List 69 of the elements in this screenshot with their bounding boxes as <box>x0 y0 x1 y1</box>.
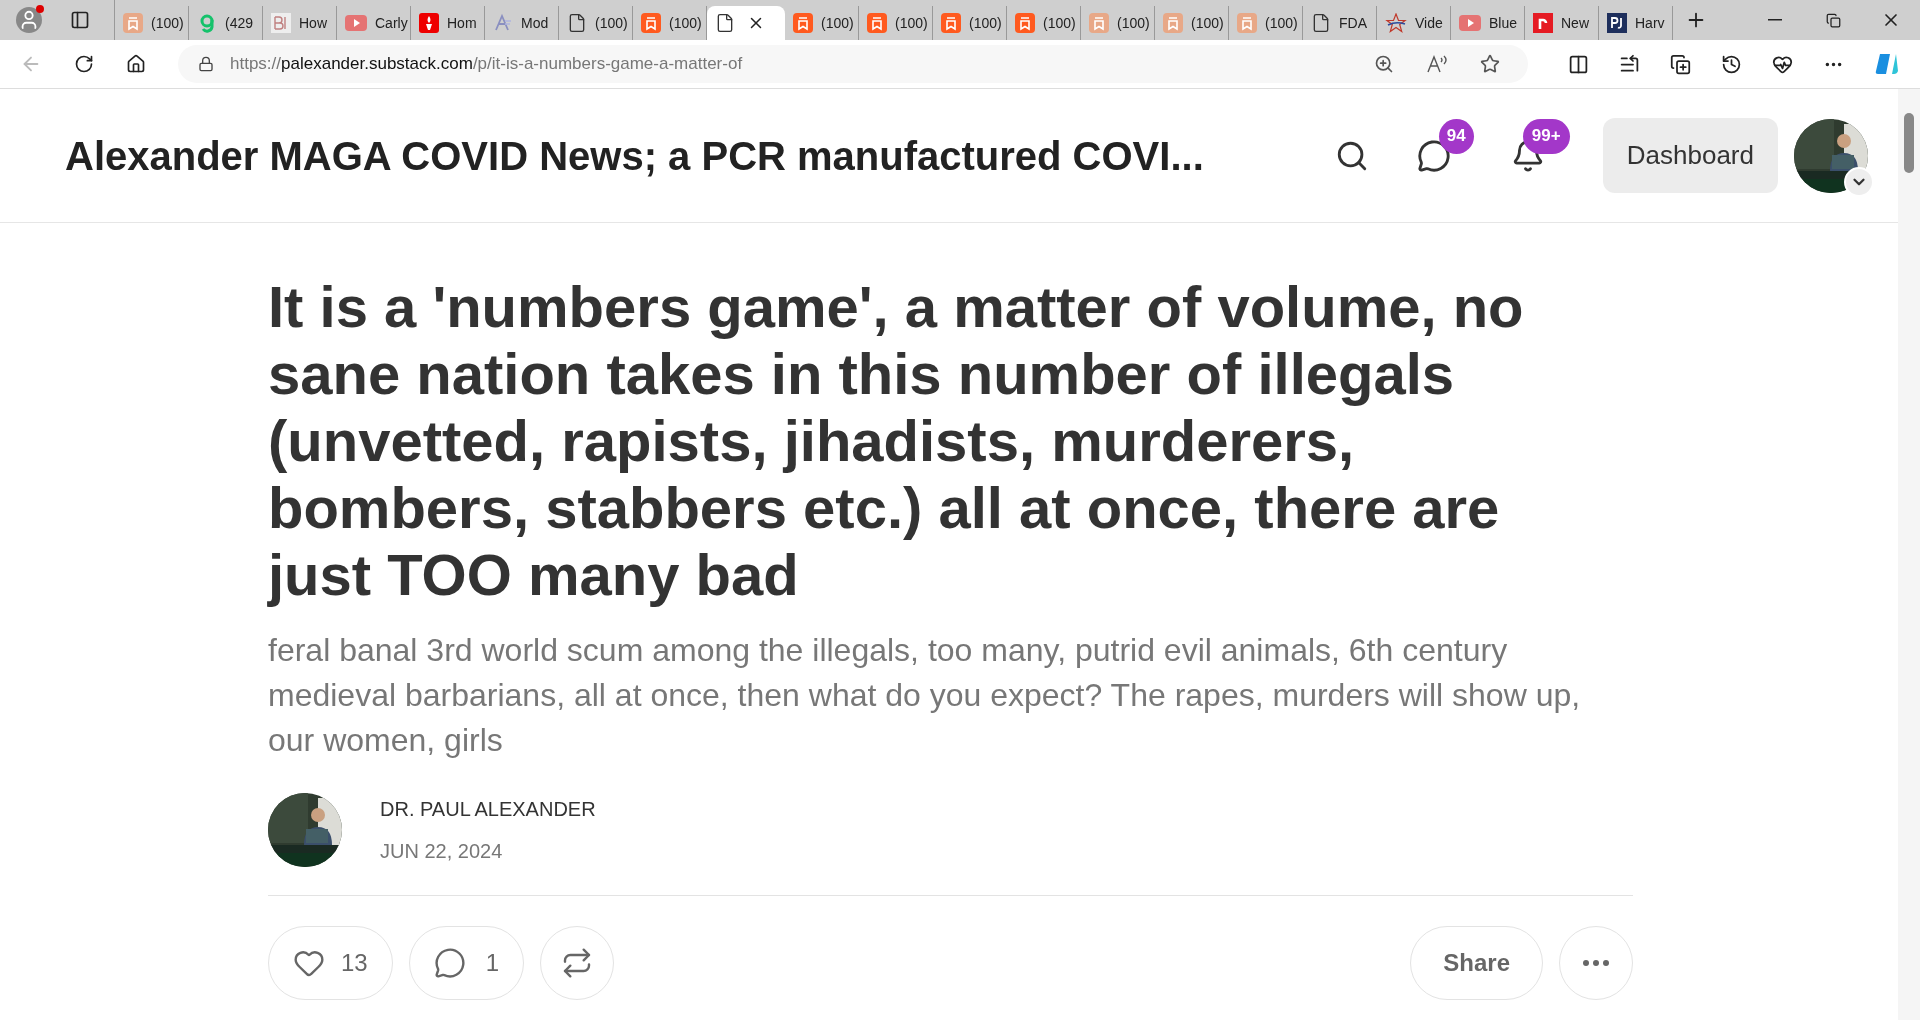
pj-logo-icon <box>1607 13 1627 33</box>
tab-title: Mod <box>521 13 549 33</box>
zoom-icon[interactable] <box>1374 54 1394 74</box>
url-text: https://palexander.substack.com/p/it-is-a-numbers-game-a-matter-of <box>230 53 743 76</box>
tab-title: Hom <box>447 13 477 33</box>
more-icon <box>1583 960 1609 966</box>
star-logo-icon <box>1385 13 1407 33</box>
document-icon <box>567 13 587 33</box>
tab-title: (429 <box>225 13 254 33</box>
copilot-icon[interactable] <box>1874 51 1900 77</box>
publication-title[interactable]: Alexander MAGA COVID News; a PCR manufactured COVI... <box>65 125 1204 186</box>
favorites-icon[interactable] <box>1619 53 1640 75</box>
post-title: It is a 'numbers game', a matter of volume, no sane nation takes in this number of illegals (unvetted, rapists, jihadists, murderers, bombers, stabbers etc.) all at once, there are just TOO many bad <box>268 273 1525 608</box>
lock-icon <box>198 56 214 72</box>
bookmark-icon <box>867 13 887 33</box>
address-bar[interactable]: https://palexander.substack.com/p/it-is-a-numbers-game-a-matter-of <box>178 45 1528 83</box>
notification-count-badge: 99+ <box>1522 118 1570 154</box>
tab-title: (100) <box>1043 13 1076 33</box>
favorite-star-icon[interactable] <box>1480 54 1500 74</box>
tab-title: Blue <box>1489 13 1518 33</box>
document-icon <box>1311 13 1331 33</box>
bookmark-icon <box>1089 13 1109 33</box>
tab-title: New <box>1561 13 1589 33</box>
tab-title: (100) <box>1191 13 1224 33</box>
tab-title: (100) <box>1265 13 1298 33</box>
tab-title: (100) <box>595 13 628 33</box>
reload-icon[interactable] <box>74 54 94 74</box>
split-screen-icon[interactable] <box>1568 53 1589 75</box>
bookmark-icon <box>941 13 961 33</box>
torch-icon <box>419 13 439 33</box>
scrollbar[interactable] <box>1898 89 1920 1020</box>
read-aloud-icon[interactable] <box>1426 54 1448 74</box>
minimize-icon <box>1768 19 1782 21</box>
message-count-badge: 94 <box>1438 118 1474 154</box>
profile-icon[interactable] <box>16 7 42 33</box>
bookmark-icon <box>123 13 143 33</box>
document-icon <box>715 13 735 33</box>
tab-title: (100) <box>969 13 1002 33</box>
bookmark-icon <box>1015 13 1035 33</box>
r-logo-icon <box>1533 13 1553 33</box>
bookmark-icon <box>793 13 813 33</box>
tab-title: Vide <box>1415 13 1443 33</box>
tab-title: (100) <box>821 13 854 33</box>
tab-title: (100) <box>669 13 702 33</box>
tab-title: Carly <box>375 13 408 33</box>
tab-title: How <box>299 13 327 33</box>
bookmark-icon <box>1237 13 1257 33</box>
home-icon[interactable] <box>126 54 146 74</box>
tab-title: FDA <box>1339 13 1367 33</box>
tab-title: Harv <box>1635 13 1665 33</box>
serif-logo-icon <box>271 13 291 33</box>
play-icon <box>1459 15 1481 31</box>
collections-icon[interactable] <box>1670 53 1691 75</box>
comment-icon <box>433 947 466 979</box>
dashboard-button[interactable]: Dashboard <box>1602 118 1778 193</box>
history-icon[interactable] <box>1721 53 1742 75</box>
browser-tab[interactable] <box>707 6 785 40</box>
tab-title: (100) <box>151 13 184 33</box>
bookmark-icon <box>1163 13 1183 33</box>
author-name[interactable]: DR. PAUL ALEXANDER <box>380 794 596 824</box>
restore-icon <box>1825 12 1841 28</box>
bookmark-icon <box>641 13 661 33</box>
a-logo-icon <box>493 13 513 33</box>
post-date: JUN 22, 2024 <box>380 839 504 864</box>
tab-actions-icon[interactable] <box>70 10 90 30</box>
tab-title: (100) <box>1117 13 1150 33</box>
play-icon <box>345 15 367 31</box>
tab-title: (100) <box>895 13 928 33</box>
post-subtitle: feral banal 3rd world scum among the illegals, too many, putrid evil animals, 6th century medieval barbarians, all at once, then what do you expect? The rapes, murders will show up, our women, girls <box>268 631 1582 760</box>
